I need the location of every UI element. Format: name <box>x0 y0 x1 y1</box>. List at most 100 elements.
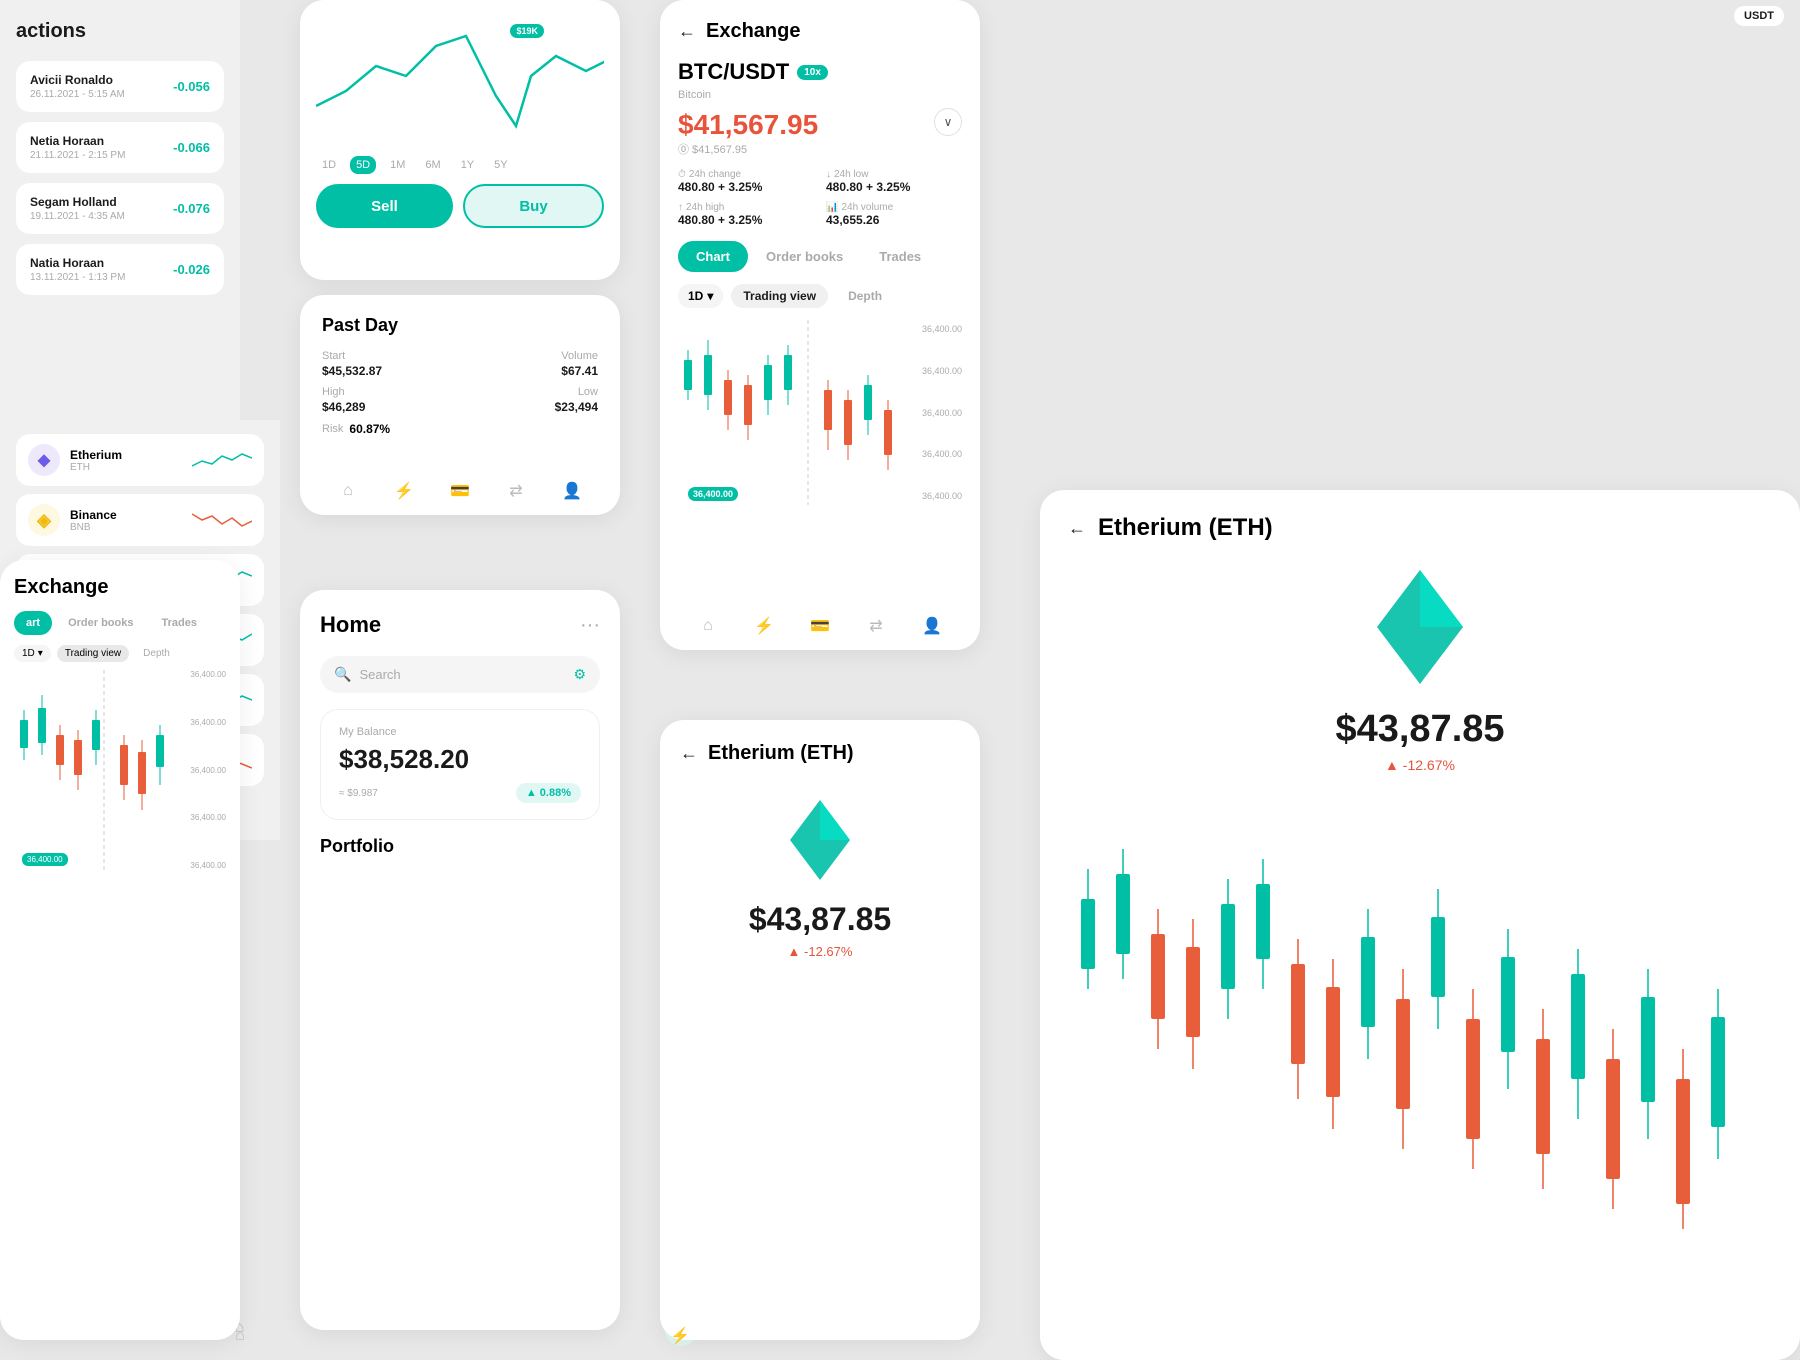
stat-volume-val: 43,655.26 <box>826 213 962 227</box>
exchange-title: Exchange <box>706 20 800 43</box>
filter-5d[interactable]: 5D <box>350 156 376 174</box>
tab-trades-left[interactable]: Trades <box>149 611 208 635</box>
coin-item-eth[interactable]: ◆ Etherium ETH <box>16 434 264 486</box>
eth-change-center: ▲ -12.67% <box>788 944 853 959</box>
transaction-item-2[interactable]: Netia Horaan 21.11.2021 - 2:15 PM -0.066 <box>16 122 224 173</box>
pastday-high-row: High $46,289 Low $23,494 <box>322 386 598 414</box>
balance-amount: $38,528.20 <box>339 744 581 775</box>
balance-row: ≈ $9.987 ▲ 0.88% <box>339 783 581 803</box>
home-panel: Home ··· 🔍 Search ⚙ My Balance $38,528.2… <box>300 590 620 1330</box>
home-icon-coins[interactable]: ⌂ <box>226 1322 254 1350</box>
eth-right-title: Etherium (ETH) <box>1098 514 1273 542</box>
bolt-icon-ex[interactable]: ⚡ <box>750 612 778 640</box>
pastday-bottom-nav: ⌂ ⚡ 💳 ⇄ 👤 <box>300 477 620 505</box>
eth-diamond-right <box>1355 562 1485 692</box>
sell-button[interactable]: Sell <box>316 184 453 228</box>
eth-change-right: ▲ -12.67% <box>1068 757 1772 773</box>
balance-card: My Balance $38,528.20 ≈ $9.987 ▲ 0.88% <box>320 709 600 820</box>
filter-1y[interactable]: 1Y <box>455 156 480 174</box>
filter-6m[interactable]: 6M <box>419 156 446 174</box>
tab-orderbooks[interactable]: Order books <box>748 241 861 272</box>
stat-low-24h: ↓ 24h low 480.80 + 3.25% <box>826 169 962 194</box>
transactions-title: actions <box>16 20 224 43</box>
pair-row: BTC/USDT 10x <box>678 59 962 85</box>
eth-sparkline <box>192 446 252 474</box>
profile-icon-pd[interactable]: 👤 <box>558 477 586 505</box>
pastday-start-row: Start $45,532.87 Volume $67.41 <box>322 350 598 378</box>
eth-right-panel: ← Etherium (ETH) $43,87.85 ▲ -12.67% <box>1040 490 1800 1360</box>
profile-icon-ex[interactable]: 👤 <box>918 612 946 640</box>
time-filter-row: 1D 5D 1M 6M 1Y 5Y <box>316 156 604 174</box>
exchange-bottom-nav: ⌂ ⚡ 💳 ⇄ 👤 <box>660 612 980 640</box>
tab-orderbooks-left[interactable]: Order books <box>56 611 145 635</box>
buy-button[interactable]: Buy <box>463 184 604 228</box>
bolt-icon-coins[interactable]: ⚡ <box>666 1322 694 1350</box>
tab-chart[interactable]: Chart <box>678 241 748 272</box>
price-badge: 36,400.00 <box>688 487 738 501</box>
transaction-item-3[interactable]: Segam Holland 19.11.2021 - 4:35 AM -0.07… <box>16 183 224 234</box>
exchange-left-panel: Exchange art Order books Trades 1D▾ Trad… <box>0 560 240 1340</box>
filter-1d[interactable]: 1D <box>316 156 342 174</box>
trading-view-left[interactable]: Trading view <box>57 645 129 662</box>
coin-item-bnb[interactable]: ◈ Binance BNB <box>16 494 264 546</box>
trading-view-btn[interactable]: Trading view <box>731 284 828 308</box>
portfolio-title: Portfolio <box>320 836 600 857</box>
exchange-left-tabs: art Order books Trades <box>14 611 226 635</box>
period-select[interactable]: 1D ▾ <box>678 284 723 308</box>
candle-left-svg <box>14 670 194 870</box>
candlestick-chart: 36,400.00 36,400.00 36,400.00 36,400.00 … <box>678 320 962 505</box>
y-labels-left: 36,400.00 36,400.00 36,400.00 36,400.00 … <box>190 670 226 870</box>
stat-low-val: 480.80 + 3.25% <box>826 180 962 194</box>
stat-high-24h: ↑ 24h high 480.80 + 3.25% <box>678 202 814 227</box>
trading-pair: BTC/USDT <box>678 59 789 85</box>
exchange-panel: ← Exchange BTC/USDT 10x Bitcoin $41,567.… <box>660 0 980 650</box>
exchange-tabs: Chart Order books Trades <box>678 241 962 272</box>
filter-icon[interactable]: ⚙ <box>573 666 586 683</box>
eth-right-center: $43,87.85 ▲ -12.67% <box>1068 562 1772 773</box>
pastday-risk-row: Risk 60.87% <box>322 422 598 436</box>
back-arrow-icon[interactable]: ← <box>678 21 696 42</box>
view-row-left: 1D▾ Trading view Depth <box>14 645 226 662</box>
usdt-badge: USDT <box>1734 6 1784 26</box>
wallet-icon-ex[interactable]: 💳 <box>806 612 834 640</box>
home-icon-pd[interactable]: ⌂ <box>334 477 362 505</box>
search-input[interactable]: Search <box>359 667 565 682</box>
tab-art[interactable]: art <box>14 611 52 635</box>
eth-names: Etherium ETH <box>70 448 182 473</box>
filter-1m[interactable]: 1M <box>384 156 411 174</box>
search-bar[interactable]: 🔍 Search ⚙ <box>320 656 600 693</box>
exchange-header: ← Exchange <box>678 20 962 43</box>
home-icon-ex[interactable]: ⌂ <box>694 612 722 640</box>
exchange-icon-ex[interactable]: ⇄ <box>862 612 890 640</box>
exchange-icon-pd[interactable]: ⇄ <box>502 477 530 505</box>
price-secondary: ⓪ $41,567.95 <box>678 141 962 157</box>
stat-change-24h: ⏱ 24h change 480.80 + 3.25% <box>678 169 814 194</box>
transaction-item-1[interactable]: Avicii Ronaldo 26.11.2021 - 5:15 AM -0.0… <box>16 61 224 112</box>
chart-panel: $19K 1D 5D 1M 6M 1Y 5Y Sell Buy <box>300 0 620 280</box>
exchange-left-title: Exchange <box>14 576 226 599</box>
balance-label: My Balance <box>339 726 581 738</box>
stat-volume-24h: 📊 24h volume 43,655.26 <box>826 202 962 227</box>
back-arrow-eth-center[interactable]: ← <box>680 743 698 764</box>
depth-view-btn[interactable]: Depth <box>836 284 894 308</box>
period-select-left[interactable]: 1D▾ <box>14 645 51 662</box>
home-header: Home ··· <box>320 612 600 638</box>
bolt-icon-pd[interactable]: ⚡ <box>390 477 418 505</box>
wallet-icon-pd[interactable]: 💳 <box>446 477 474 505</box>
balance-badge: ▲ 0.88% <box>516 783 581 803</box>
filter-5y[interactable]: 5Y <box>488 156 513 174</box>
transactions-panel: actions Avicii Ronaldo 26.11.2021 - 5:15… <box>0 0 240 420</box>
leverage-badge: 10x <box>797 65 828 80</box>
dropdown-button[interactable]: ∨ <box>934 108 962 136</box>
more-options-button[interactable]: ··· <box>580 614 600 637</box>
candle-chart-left: 36,400.00 36,400.00 36,400.00 36,400.00 … <box>14 670 226 870</box>
pastday-panel: Past Day Start $45,532.87 Volume $67.41 … <box>300 295 620 515</box>
tab-trades[interactable]: Trades <box>861 241 939 272</box>
bnb-sparkline <box>192 506 252 534</box>
back-arrow-eth-right[interactable]: ← <box>1068 518 1086 539</box>
transaction-item-4[interactable]: Natia Horaan 13.11.2021 - 1:13 PM -0.026 <box>16 244 224 295</box>
y-axis-labels: 36,400.00 36,400.00 36,400.00 36,400.00 … <box>922 320 962 505</box>
pair-subtitle: Bitcoin <box>678 89 962 101</box>
sell-buy-row: Sell Buy <box>316 184 604 228</box>
depth-view-left[interactable]: Depth <box>135 645 178 662</box>
